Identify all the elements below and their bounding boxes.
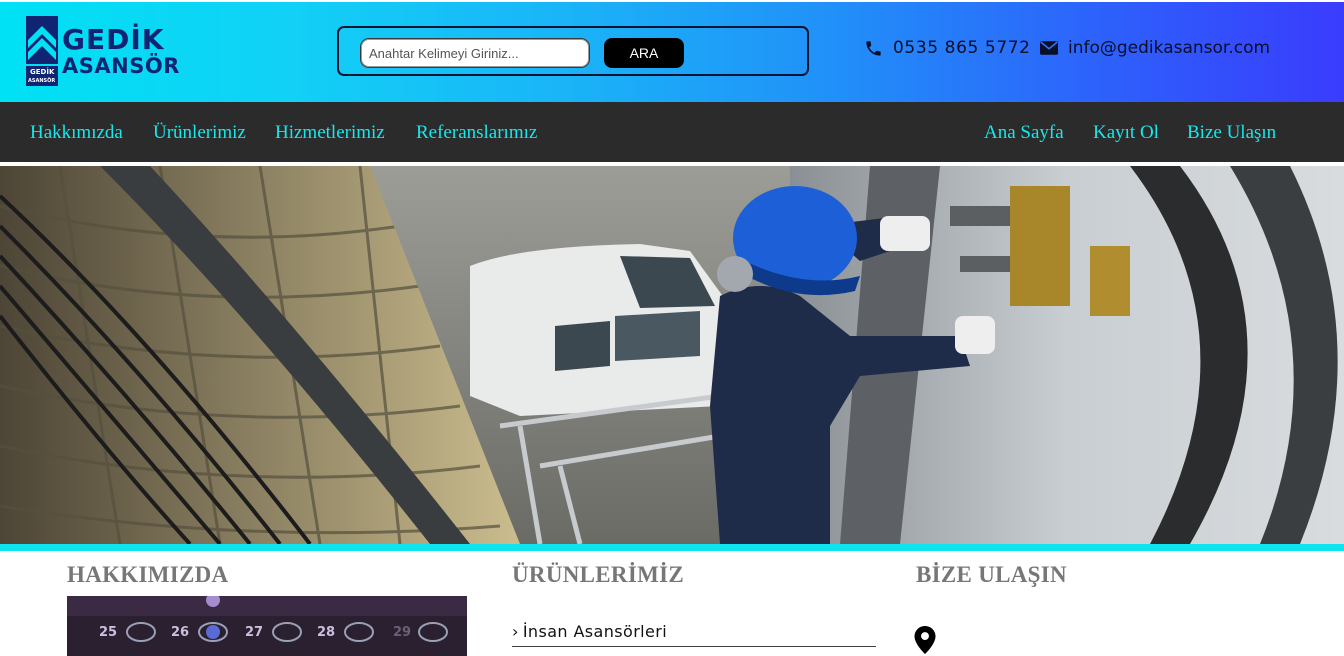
nav-item-hakkimizda[interactable]: Hakkımızda xyxy=(30,122,123,144)
logo-brand-subname: ASANSÖR xyxy=(62,54,180,78)
nav-item-urunlerimiz[interactable]: Ürünlerimiz xyxy=(153,122,246,144)
nav-item-kayit-ol[interactable]: Kayıt Ol xyxy=(1093,122,1159,144)
elevator-button-label: 27 xyxy=(245,625,263,640)
nav-item-ana-sayfa[interactable]: Ana Sayfa xyxy=(984,122,1064,144)
accent-divider xyxy=(0,544,1344,551)
contact-section-title: BİZE ULAŞIN xyxy=(916,562,1067,587)
about-section-title: HAKKIMIZDA xyxy=(67,562,229,587)
email-address: info@gedikasansor.com xyxy=(1068,38,1271,58)
chevron-right-icon: › xyxy=(512,622,519,641)
about-elevator-panel-image: 25 26 27 28 29 xyxy=(67,596,467,656)
hero-banner-image xyxy=(0,166,1344,544)
search-button[interactable]: ARA xyxy=(604,38,684,68)
phone-link[interactable]: 0535 865 5772 xyxy=(864,36,1031,60)
site-header: GEDİK ASANSÖR GEDİK ASANSÖR ARA 0535 865… xyxy=(0,2,1344,102)
logo-brand-name: GEDİK xyxy=(62,23,165,56)
products-section-title: ÜRÜNLERİMİZ xyxy=(512,562,684,587)
product-link-label: İnsan Asansörleri xyxy=(522,622,668,641)
email-link[interactable]: info@gedikasansor.com xyxy=(1040,36,1270,60)
phone-number: 0535 865 5772 xyxy=(893,38,1031,58)
logo-mini-brand: GEDİK xyxy=(30,68,55,76)
brand-logo[interactable]: GEDİK ASANSÖR GEDİK ASANSÖR xyxy=(24,16,184,88)
elevator-button-label: 25 xyxy=(99,625,117,640)
nav-item-bize-ulasin[interactable]: Bize Ulaşın xyxy=(1187,122,1276,144)
nav-item-referanslarimiz[interactable]: Referanslarımız xyxy=(416,122,537,144)
product-link-insan-asansorleri[interactable]: › İnsan Asansörleri xyxy=(512,622,876,647)
phone-icon xyxy=(866,40,881,56)
elevator-button-label: 29 xyxy=(393,625,411,640)
nav-item-hizmetlerimiz[interactable]: Hizmetlerimiz xyxy=(275,122,385,144)
envelope-icon xyxy=(1040,41,1058,55)
main-nav: Hakkımızda Ürünlerimiz Hizmetlerimiz Ref… xyxy=(0,102,1344,162)
map-marker-icon xyxy=(914,626,936,654)
search-form: ARA xyxy=(337,26,809,76)
logo-mini-subbrand: ASANSÖR xyxy=(28,78,56,84)
elevator-button-label: 26 xyxy=(171,625,189,640)
elevator-button-label: 28 xyxy=(317,625,335,640)
search-input[interactable] xyxy=(360,38,590,68)
